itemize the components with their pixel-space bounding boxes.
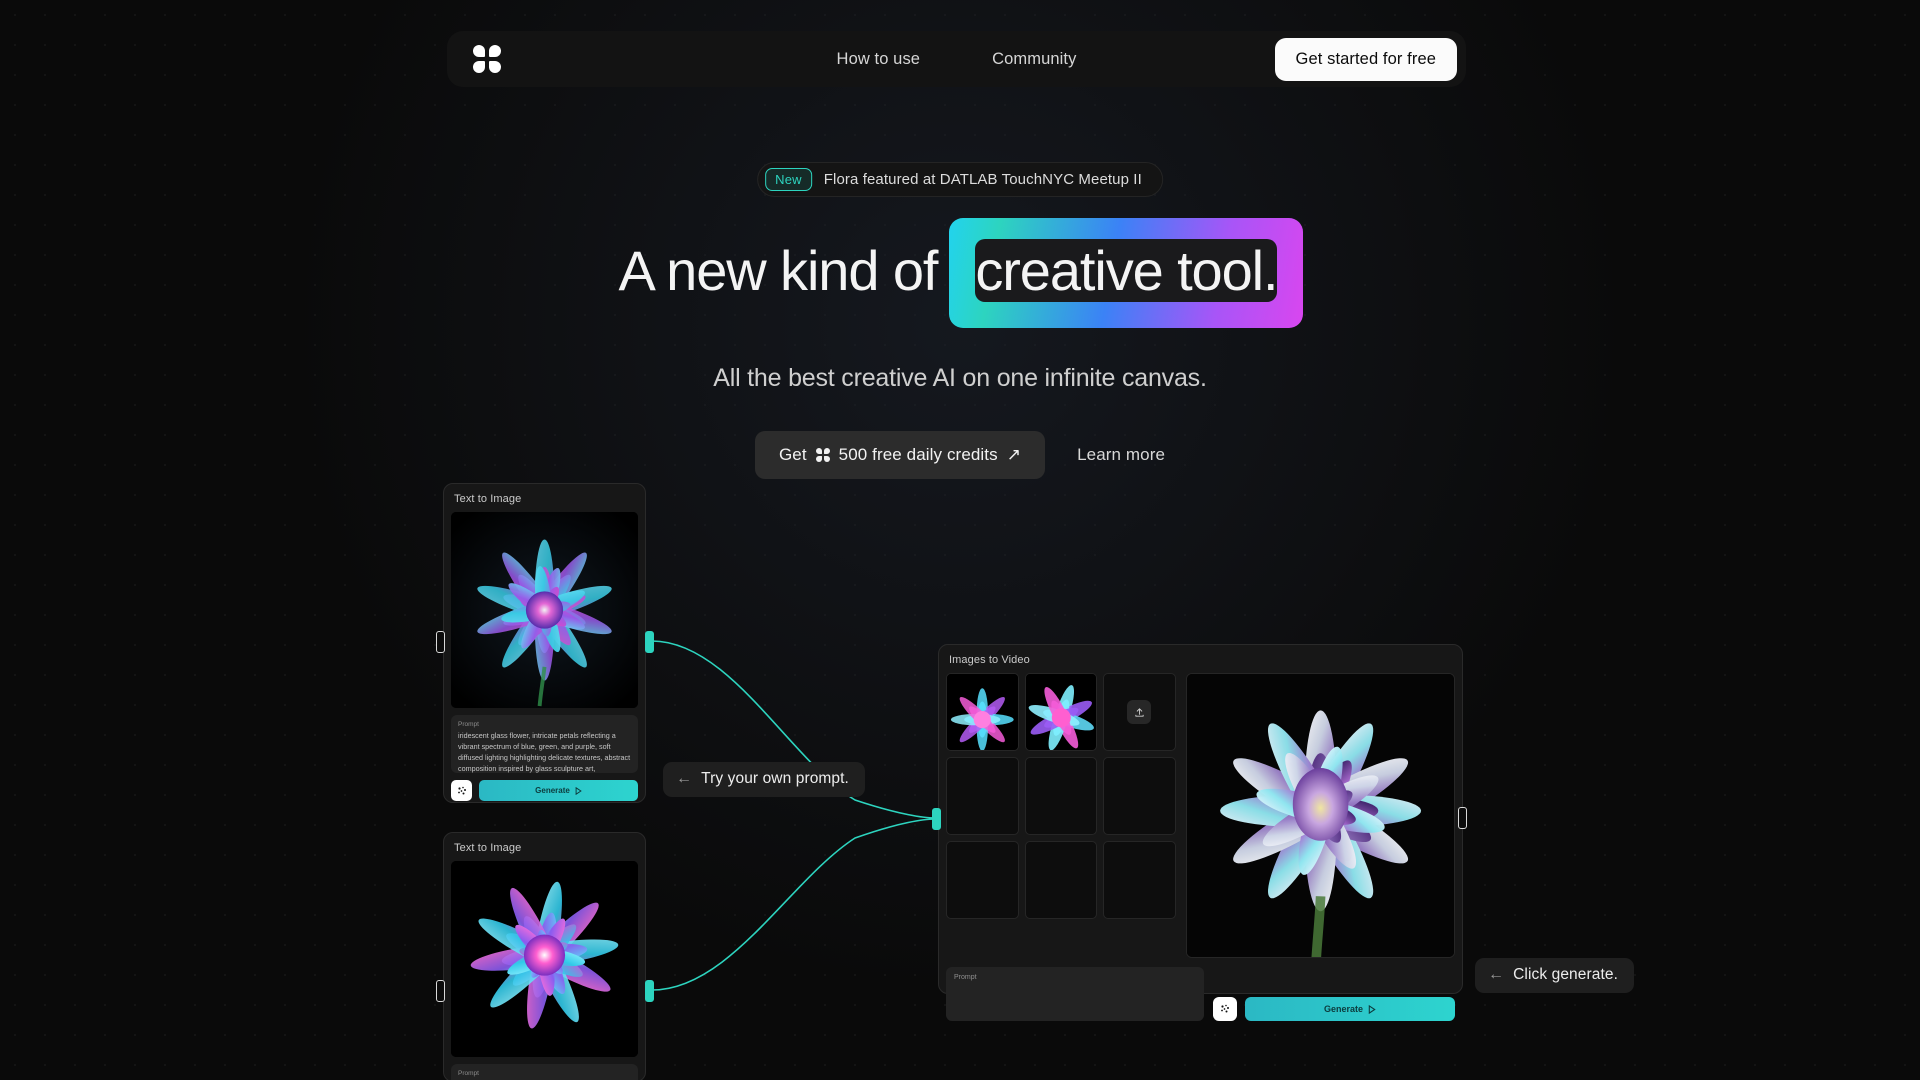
flora-logo-icon[interactable]	[473, 45, 501, 73]
card-text-to-image-1[interactable]: Text to Image	[443, 483, 646, 803]
hero-actions: Get 500 free daily credits ↗ Learn more	[0, 431, 1920, 479]
card-images-to-video[interactable]: Images to Video	[938, 644, 1463, 994]
i2v-actions: Generate	[1213, 997, 1455, 1021]
node-handle-input-left-1[interactable]	[436, 631, 445, 653]
prompt-placeholder: Prompt	[954, 974, 1196, 981]
prompt-label: Prompt	[458, 721, 631, 728]
iridescent-flower-image	[451, 861, 638, 1057]
node-handle-input-left-2[interactable]	[436, 980, 445, 1002]
nav-link-how-to-use[interactable]: How to use	[837, 50, 921, 69]
annotation-text: Click generate.	[1513, 966, 1618, 984]
image-slot-empty[interactable]	[1103, 757, 1176, 835]
prompt-text: iridescent glass flower, intricate petal…	[458, 730, 631, 773]
card-actions: Generate	[451, 780, 638, 801]
prompt-label: Prompt	[458, 1070, 631, 1077]
get-free-credits-button[interactable]: Get 500 free daily credits ↗	[755, 431, 1045, 479]
top-navigation-bar: How to use Community Get started for fre…	[447, 31, 1466, 87]
play-icon	[575, 787, 582, 795]
nav-link-community[interactable]: Community	[992, 50, 1076, 69]
card-title: Images to Video	[946, 652, 1455, 673]
images-to-video-body	[946, 673, 1455, 958]
headline-plain: A new kind of	[619, 243, 938, 303]
credits-prefix-label: Get	[779, 445, 807, 465]
image-slot-empty[interactable]	[1025, 841, 1098, 919]
annotation-click-generate: ← Click generate.	[1475, 958, 1634, 993]
image-slot-filled[interactable]	[946, 673, 1019, 751]
image-slot-empty-upload[interactable]	[1103, 673, 1176, 751]
lotus-flower-preview	[1187, 674, 1454, 957]
card-title: Text to Image	[451, 840, 638, 861]
image-slot-empty[interactable]	[946, 841, 1019, 919]
iridescent-flower-image	[451, 512, 638, 708]
arrow-left-icon: ←	[1488, 967, 1504, 983]
new-badge: New	[765, 168, 812, 191]
flora-credit-icon	[816, 448, 830, 462]
generated-image-thumbnail[interactable]	[451, 512, 638, 708]
learn-more-button[interactable]: Learn more	[1077, 445, 1165, 465]
node-handle-output-right-1[interactable]	[645, 631, 654, 653]
generate-label: Generate	[1324, 1004, 1363, 1014]
settings-dots-icon[interactable]	[451, 780, 472, 801]
credits-amount-label: 500 free daily credits	[839, 445, 998, 465]
generate-button[interactable]: Generate	[479, 780, 638, 801]
hero-headline: A new kind of creative tool.	[0, 220, 1920, 326]
node-handle-output-i2v[interactable]	[1458, 807, 1467, 829]
announcement-pill[interactable]: New Flora featured at DATLAB TouchNYC Me…	[757, 162, 1163, 197]
image-slot-empty[interactable]	[1025, 757, 1098, 835]
card-title: Text to Image	[451, 491, 638, 512]
generate-button[interactable]: Generate	[1245, 997, 1455, 1021]
flower-thumb-2	[1026, 674, 1097, 750]
settings-dots-icon[interactable]	[1213, 997, 1237, 1021]
node-handle-output-right-2[interactable]	[645, 980, 654, 1002]
prompt-field[interactable]: Prompt iridescent glass flower, intricat…	[451, 715, 638, 773]
announcement-text: Flora featured at DATLAB TouchNYC Meetup…	[824, 171, 1142, 188]
annotation-text: Try your own prompt.	[701, 770, 849, 788]
play-icon	[1368, 1005, 1376, 1014]
arrow-left-icon: ←	[676, 771, 692, 787]
upload-icon[interactable]	[1127, 700, 1151, 724]
headline-highlight-box: creative tool.	[951, 220, 1301, 326]
image-slot-grid	[946, 673, 1176, 958]
image-slot-empty[interactable]	[1103, 841, 1176, 919]
images-to-video-controls: Prompt Generate	[946, 967, 1455, 1021]
prompt-field[interactable]: Prompt iridescent glass flower, intricat…	[451, 1064, 638, 1080]
generated-image-thumbnail[interactable]	[451, 861, 638, 1057]
hero-section: A new kind of creative tool. All the bes…	[0, 220, 1920, 479]
get-started-button[interactable]: Get started for free	[1275, 38, 1457, 81]
headline-boxed-text: creative tool.	[975, 239, 1277, 302]
video-preview[interactable]	[1186, 673, 1455, 958]
card-text-to-image-2[interactable]: Text to Image	[443, 832, 646, 1080]
flower-thumb-1	[947, 674, 1018, 750]
annotation-try-your-own-prompt: ← Try your own prompt.	[663, 762, 865, 797]
prompt-field[interactable]: Prompt	[946, 967, 1204, 1021]
image-slot-empty[interactable]	[946, 757, 1019, 835]
node-handle-input-i2v[interactable]	[932, 808, 941, 830]
generate-label: Generate	[535, 786, 570, 795]
hero-subtitle: All the best creative AI on one infinite…	[0, 364, 1920, 393]
image-slot-filled[interactable]	[1025, 673, 1098, 751]
arrow-up-right-icon: ↗	[1007, 445, 1021, 465]
